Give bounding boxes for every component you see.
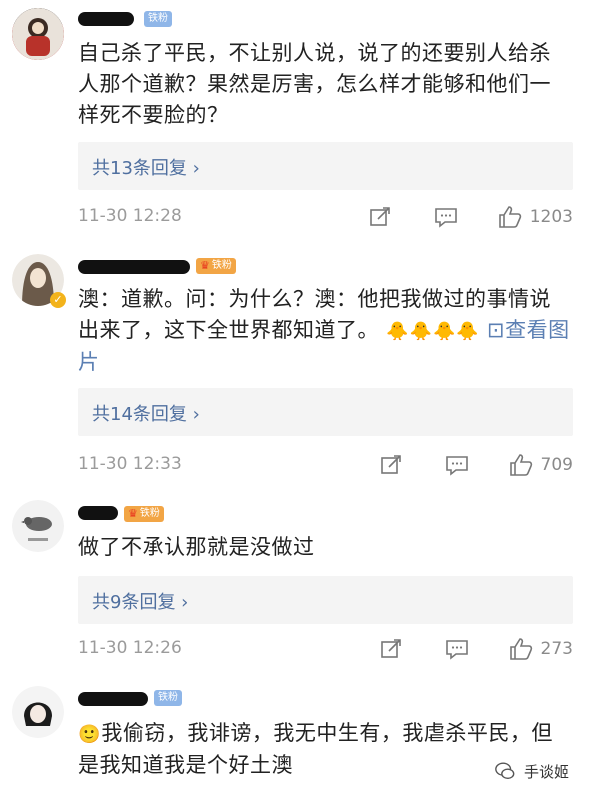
comment-text: 自己杀了平民，不让别人说，说了的还要别人给杀人那个道歉？果然是厉害，怎么样才能够… bbox=[78, 41, 551, 127]
username-redacted bbox=[78, 506, 118, 520]
verified-badge-icon: ✓ bbox=[50, 292, 66, 308]
avatar[interactable] bbox=[12, 500, 64, 552]
view-replies-button[interactable]: 共9条回复 › bbox=[78, 576, 573, 624]
crown-icon: ♛ bbox=[200, 259, 210, 272]
comment-meta: 11-30 12:33 709 bbox=[78, 452, 573, 478]
crown-icon: ♛ bbox=[128, 507, 138, 520]
like-count: 1203 bbox=[529, 207, 573, 227]
avatar[interactable] bbox=[12, 686, 64, 738]
comment-meta: 11-30 12:28 1203 bbox=[78, 204, 573, 230]
emoji-icons: 🐥🐥🐥🐥 bbox=[386, 321, 480, 342]
username-redacted bbox=[78, 12, 134, 26]
fan-badge: ♛ 铁粉 bbox=[196, 258, 236, 274]
watermark-text: 手谈姬 bbox=[523, 762, 569, 781]
comment-item: ✓ ♛ 铁粉 澳：道歉。问：为什么？澳：他把我做过的事情说出来了，这下全世界都知道… bbox=[0, 246, 589, 486]
action-bar: 1203 bbox=[368, 204, 573, 230]
avatar[interactable] bbox=[12, 8, 64, 60]
view-replies-button[interactable]: 共14条回复 › bbox=[78, 388, 573, 436]
smile-emoji-icon: 🙂 bbox=[78, 724, 102, 745]
fan-badge: 铁粉 bbox=[154, 690, 182, 706]
share-icon[interactable] bbox=[379, 453, 403, 477]
fan-badge: ♛ 铁粉 bbox=[124, 506, 164, 522]
watermark: 手谈姬 bbox=[494, 760, 569, 782]
like-icon[interactable] bbox=[498, 205, 522, 229]
share-icon[interactable] bbox=[368, 205, 392, 229]
timestamp: 11-30 12:28 bbox=[78, 206, 182, 226]
comment-item: 铁粉 自己杀了平民，不让别人说，说了的还要别人给杀人那个道歉？果然是厉害，怎么样… bbox=[0, 0, 589, 240]
timestamp: 11-30 12:33 bbox=[78, 454, 182, 474]
like-icon[interactable] bbox=[509, 637, 533, 661]
comment-icon[interactable] bbox=[434, 205, 458, 229]
username-redacted bbox=[78, 260, 190, 274]
timestamp: 11-30 12:26 bbox=[78, 638, 182, 658]
comment-text: 做了不承认那就是没做过 bbox=[78, 535, 315, 559]
like-count: 273 bbox=[540, 639, 573, 659]
replies-label: 共14条回复 › bbox=[92, 404, 200, 425]
replies-label: 共9条回复 › bbox=[92, 592, 189, 613]
replies-label: 共13条回复 › bbox=[92, 158, 200, 179]
like-icon[interactable] bbox=[509, 453, 533, 477]
comment-item: 铁粉 🙂我偷窃，我诽谤，我无中生有，我虐杀平民，但是我知道我是个好土澳 手谈姬 bbox=[0, 680, 589, 798]
comment-text: 澳：道歉。问：为什么？澳：他把我做过的事情说出来了，这下全世界都知道了。 🐥🐥🐥… bbox=[78, 284, 571, 378]
like-count: 709 bbox=[540, 455, 573, 475]
comment-icon[interactable] bbox=[445, 637, 469, 661]
comment-item: ♛ 铁粉 做了不承认那就是没做过 共9条回复 › 11-30 12:26 273 bbox=[0, 494, 589, 674]
comment-body: 我偷窃，我诽谤，我无中生有，我虐杀平民，但是我知道我是个好土澳 bbox=[78, 721, 553, 777]
fan-badge: 铁粉 bbox=[144, 11, 172, 27]
action-bar: 709 bbox=[379, 452, 573, 478]
username-redacted bbox=[78, 692, 148, 706]
comment-meta: 11-30 12:26 273 bbox=[78, 636, 573, 662]
action-bar: 273 bbox=[379, 636, 573, 662]
wechat-icon bbox=[495, 762, 515, 780]
view-replies-button[interactable]: 共13条回复 › bbox=[78, 142, 573, 190]
comment-body: 澳：道歉。问：为什么？澳：他把我做过的事情说出来了，这下全世界都知道了。 bbox=[78, 287, 551, 342]
comment-icon[interactable] bbox=[445, 453, 469, 477]
share-icon[interactable] bbox=[379, 637, 403, 661]
